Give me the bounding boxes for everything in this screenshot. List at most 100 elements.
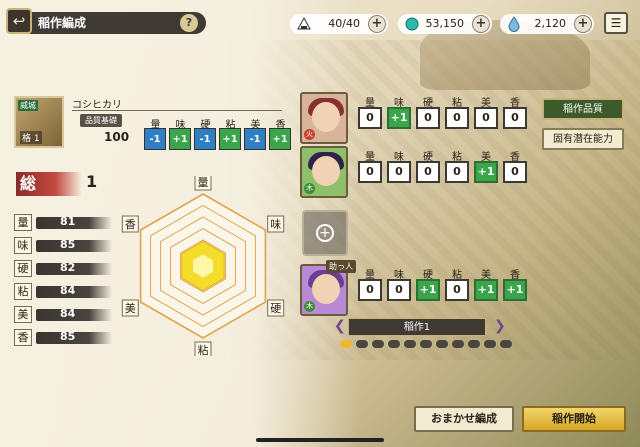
stat-value: 82 xyxy=(60,261,76,274)
stat-cell-label: 硬 xyxy=(423,270,433,281)
character-panel: + 火量 0 味 +1 硬 0 粘 0 美 0 香 0 木量 0 味 0 硬 0 粘 0 美 +1 香 0 木助っ人量 0 味 0 硬 +… xyxy=(300,92,530,352)
add-gem-button[interactable]: + xyxy=(472,15,490,33)
modifier-value: +1 xyxy=(169,128,191,150)
character-stat-grid: 量 0 味 0 硬 +1 粘 0 美 +1 香 +1 xyxy=(358,266,527,301)
back-arrow-icon: ↩ xyxy=(12,12,26,30)
stat-cell-label: 美 xyxy=(481,98,491,109)
rice-modifier: 量 -1 xyxy=(144,116,167,150)
stat-cell-label: 味 xyxy=(394,98,404,109)
page-dot[interactable] xyxy=(468,340,480,348)
rice-thumbnail[interactable]: 威城 格 1 xyxy=(14,96,64,148)
resource-gem: 53,150 + xyxy=(398,14,492,34)
next-tray-button[interactable]: ❯ xyxy=(494,318,506,334)
stat-value: 84 xyxy=(60,307,76,320)
add-water-button[interactable]: + xyxy=(574,15,592,33)
radar-axis-label: 硬 xyxy=(270,302,281,315)
stat-cell-label: 香 xyxy=(510,270,520,281)
page-dot[interactable] xyxy=(420,340,432,348)
element-icon: 火 xyxy=(304,129,315,140)
stat-row: 硬 82 xyxy=(14,258,112,281)
stat-row: 粘 84 xyxy=(14,281,112,304)
modifier-value: +1 xyxy=(269,128,291,150)
menu-button[interactable]: ☰ xyxy=(604,12,628,34)
character-stat-grid: 量 0 味 0 硬 0 粘 0 美 +1 香 0 xyxy=(358,148,527,183)
quality-tab-button[interactable]: 稲作品質 xyxy=(542,98,624,120)
stat-cell: 美 +1 xyxy=(474,266,498,301)
page-dot[interactable] xyxy=(500,340,512,348)
stat-cell-value: 0 xyxy=(358,107,382,129)
character-1-card[interactable]: 火 xyxy=(300,92,348,144)
stat-cell-label: 美 xyxy=(481,270,491,281)
stat-cell: 硬0 xyxy=(416,94,440,129)
stat-cell: 硬0 xyxy=(416,148,440,183)
modifier-stat-label: 粘 xyxy=(225,120,236,131)
stat-label: 美 xyxy=(14,306,32,323)
rice-modifier: 香 +1 xyxy=(269,116,292,150)
stat-row: 量 81 xyxy=(14,212,112,235)
add-rice-ball-button[interactable]: + xyxy=(368,15,386,33)
water-drop-icon xyxy=(508,16,520,32)
stat-row: 香 85 xyxy=(14,327,112,350)
resource-water: 2,120 + xyxy=(500,14,594,34)
divider xyxy=(72,110,282,111)
tray-selector: ❮ 稲作1 ❯ xyxy=(334,318,508,338)
stat-row: 味 85 xyxy=(14,235,112,258)
character-face xyxy=(312,274,340,304)
page-dot[interactable] xyxy=(340,340,352,348)
stat-cell-label: 量 xyxy=(365,152,375,163)
stat-cell: 香0 xyxy=(503,148,527,183)
radar-axis-label: 味 xyxy=(270,218,281,231)
page-dot[interactable] xyxy=(372,340,384,348)
stat-cell-value: 0 xyxy=(387,161,411,183)
modifier-stat-label: 量 xyxy=(150,120,161,131)
modifier-stat-label: 味 xyxy=(175,120,186,131)
stat-cell-value: 0 xyxy=(474,107,498,129)
prev-tray-button[interactable]: ❮ xyxy=(334,318,346,334)
help-button[interactable]: ? xyxy=(180,14,198,32)
stat-cell-label: 量 xyxy=(365,270,375,281)
modifier-value: -1 xyxy=(194,128,216,150)
rice-modifier: 硬 -1 xyxy=(194,116,217,150)
tray-name: 稲作1 xyxy=(348,318,486,336)
base-quality-label: 品質基礎 xyxy=(80,114,122,127)
stat-cell: 美 +1 xyxy=(474,148,498,183)
stat-cell: 粘0 xyxy=(445,148,469,183)
modifier-stat-label: 香 xyxy=(275,120,286,131)
stat-cell-value: 0 xyxy=(416,161,440,183)
rice-modifier: 美 -1 xyxy=(244,116,267,150)
page-dot[interactable] xyxy=(404,340,416,348)
page-dot[interactable] xyxy=(452,340,464,348)
auto-formation-button[interactable]: おまかせ編成 xyxy=(414,406,514,432)
stat-cell-label: 味 xyxy=(394,152,404,163)
page-dot[interactable] xyxy=(484,340,496,348)
rice-tag: 威城 xyxy=(18,100,38,111)
stat-cell-value: 0 xyxy=(503,161,527,183)
back-button[interactable]: ↩ xyxy=(6,8,32,34)
stat-row: 美 84 xyxy=(14,304,112,327)
stat-label: 味 xyxy=(14,237,32,254)
stat-cell-value: +1 xyxy=(416,279,440,301)
stat-cell-label: 粘 xyxy=(452,152,462,163)
stat-cell-value: +1 xyxy=(503,279,527,301)
stat-cell: 量0 xyxy=(358,148,382,183)
stat-cell: 量0 xyxy=(358,266,382,301)
potential-tab-button[interactable]: 固有潜在能力 xyxy=(542,128,624,150)
page-dot[interactable] xyxy=(436,340,448,348)
stat-cell: 味0 xyxy=(387,148,411,183)
rank-label: 総 xyxy=(16,172,82,196)
start-farming-button[interactable]: 稲作開始 xyxy=(522,406,626,432)
stat-cell: 美0 xyxy=(474,94,498,129)
rice-name: コシヒカリ xyxy=(72,100,122,111)
stat-cell-label: 硬 xyxy=(423,98,433,109)
empty-character-slot[interactable]: + xyxy=(302,210,348,256)
gem-icon xyxy=(405,17,419,31)
modifier-value: -1 xyxy=(144,128,166,150)
page-dot[interactable] xyxy=(388,340,400,348)
character-2-card[interactable]: 木 xyxy=(300,146,348,198)
radar-axis-label: 粘 xyxy=(198,343,209,356)
resource-rice-ball: 40/40 + xyxy=(290,14,388,34)
rank-value: 1 xyxy=(86,172,98,191)
radar-axis-label: 量 xyxy=(198,176,209,189)
stat-cell-label: 香 xyxy=(510,152,520,163)
page-dot[interactable] xyxy=(356,340,368,348)
